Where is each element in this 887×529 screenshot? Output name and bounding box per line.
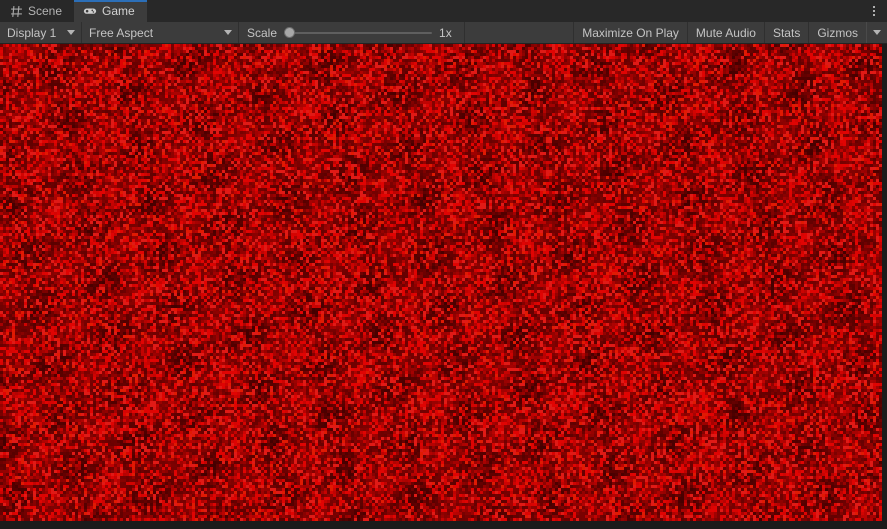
gizmos-dropdown-button[interactable]	[867, 22, 887, 43]
scale-slider[interactable]	[284, 26, 433, 40]
tab-scene[interactable]: Scene	[0, 0, 75, 22]
kebab-menu-icon[interactable]	[861, 0, 887, 22]
gizmos-control-group: Gizmos	[809, 22, 887, 43]
tab-bar-filler	[146, 0, 861, 22]
scale-label: Scale	[247, 25, 278, 40]
scale-slider-track	[284, 31, 433, 34]
game-view-toolbar: Display 1 Free Aspect Scale 1x Maximize …	[0, 22, 887, 44]
scene-grid-icon	[9, 4, 23, 18]
display-dropdown[interactable]: Display 1	[0, 22, 82, 43]
tab-game[interactable]: Game	[74, 0, 147, 22]
chevron-down-icon	[67, 30, 75, 35]
tab-game-label: Game	[102, 4, 135, 18]
toolbar-spacer	[465, 22, 575, 43]
gamepad-icon	[83, 4, 97, 18]
kebab-dot	[873, 6, 875, 8]
scale-control-group: Scale 1x	[239, 22, 466, 43]
aspect-ratio-dropdown[interactable]: Free Aspect	[82, 22, 239, 43]
aspect-ratio-label: Free Aspect	[89, 25, 154, 40]
stats-button[interactable]: Stats	[764, 22, 810, 43]
kebab-dot	[873, 14, 875, 16]
gizmos-button[interactable]: Gizmos	[809, 22, 867, 43]
maximize-on-play-button[interactable]: Maximize On Play	[574, 22, 688, 43]
display-dropdown-label: Display 1	[7, 25, 57, 40]
scale-value-label: 1x	[439, 25, 452, 40]
chevron-down-icon	[873, 30, 881, 35]
unity-game-window: Scene Game Display 1 Free Aspect Scale 1…	[0, 0, 887, 529]
game-view-area[interactable]	[0, 44, 887, 529]
tab-scene-label: Scene	[28, 4, 63, 18]
game-render-surface[interactable]	[0, 44, 882, 521]
game-render-noise	[0, 44, 882, 521]
kebab-dot	[873, 10, 875, 12]
window-tab-bar: Scene Game	[0, 0, 887, 22]
mute-audio-button[interactable]: Mute Audio	[687, 22, 765, 43]
chevron-down-icon	[224, 30, 232, 35]
scale-slider-handle[interactable]	[284, 27, 296, 38]
